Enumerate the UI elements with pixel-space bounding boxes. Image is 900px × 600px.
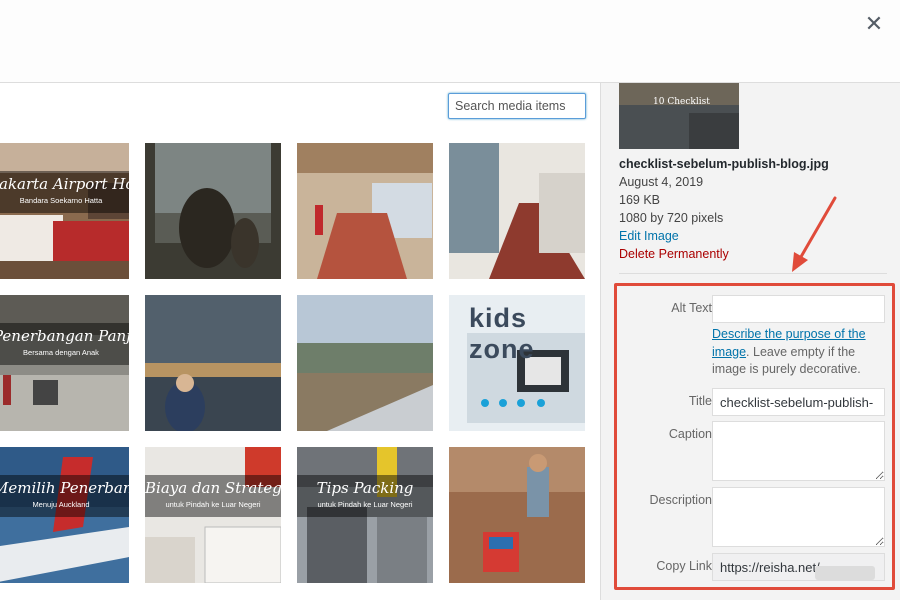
delete-permanently-link[interactable]: Delete Permanently — [619, 245, 829, 263]
thumb-window-silhouette[interactable] — [145, 143, 281, 279]
thumb-tips-packing[interactable]: Tips Packing untuk Pindah ke Luar Negeri — [297, 447, 433, 583]
aerial-view-image — [297, 295, 433, 431]
attachment-info: checklist-sebelum-publish-blog.jpg Augus… — [619, 155, 829, 263]
caption-textarea[interactable] — [712, 421, 885, 481]
kids-zone-sign: kids zone — [469, 303, 535, 364]
attachment-details-sidebar: 10 Checklist checklist-sebelum-publish-b… — [600, 83, 900, 600]
media-library-grid: Jakarta Airport Hotel Bandara Soekarno H… — [0, 83, 600, 600]
thumb-jakarta-airport-hotel[interactable]: Jakarta Airport Hotel Bandara Soekarno H… — [0, 143, 129, 279]
thumb-hotel-staircase[interactable] — [297, 143, 433, 279]
copy-link-label: Copy Link — [656, 559, 712, 573]
attachment-date: August 4, 2019 — [619, 175, 704, 189]
description-textarea[interactable] — [712, 487, 885, 547]
thumb-biaya-dan-strategi[interactable]: Biaya dan Strategi untuk Pindah ke Luar … — [145, 447, 281, 583]
close-icon[interactable]: ✕ — [860, 10, 888, 38]
alt-text-input[interactable] — [712, 295, 885, 323]
thumb-caption: Jakarta Airport Hotel Bandara Soekarno H… — [0, 171, 129, 213]
attachment-thumbnail-label: 10 Checklist — [653, 97, 710, 107]
caption-label: Caption — [668, 427, 712, 441]
attachment-size: 169 KB — [619, 193, 661, 207]
search-input[interactable] — [448, 93, 586, 119]
attachment-settings-highlight: Alt Text Describe the purpose of the ima… — [614, 283, 895, 590]
corridor-image — [449, 143, 585, 279]
child-luggage-image — [449, 447, 585, 583]
thumb-hotel-corridor[interactable] — [449, 143, 585, 279]
staircase-image — [297, 143, 433, 279]
thumb-caption: Tips Packing untuk Pindah ke Luar Negeri — [297, 475, 433, 517]
title-label: Title — [688, 394, 712, 408]
thumb-caption: Memilih Penerbangan Menuju Auckland — [0, 475, 129, 517]
thumb-caption: Biaya dan Strategi untuk Pindah ke Luar … — [145, 475, 281, 517]
divider — [619, 273, 887, 274]
thumb-kids-zone[interactable]: kids zone — [449, 295, 585, 431]
attachment-thumbnail[interactable]: 10 Checklist — [619, 83, 739, 149]
thumb-caption: Penerbangan Panjang Bersama dengan Anak — [0, 323, 129, 365]
thumb-memilih-penerbangan[interactable]: Memilih Penerbangan Menuju Auckland — [0, 447, 129, 583]
alt-text-label: Alt Text — [671, 301, 712, 315]
description-label: Description — [649, 493, 712, 507]
alt-text-help: Describe the purpose of the image. Leave… — [712, 327, 866, 376]
title-input[interactable] — [712, 388, 885, 416]
airport-window-image — [145, 295, 281, 431]
attachment-thumbnail-image — [619, 83, 739, 149]
blurred-url-part — [815, 566, 875, 580]
thumb-penerbangan-panjang[interactable]: Penerbangan Panjang Bersama dengan Anak — [0, 295, 129, 431]
thumb-aerial-view[interactable] — [297, 295, 433, 431]
thumb-airport-window-child[interactable] — [145, 295, 281, 431]
thumb-child-with-luggage[interactable] — [449, 447, 585, 583]
attachment-filename: checklist-sebelum-publish-blog.jpg — [619, 157, 829, 171]
window-silhouette-image — [145, 143, 281, 279]
modal-header: ✕ — [0, 0, 900, 83]
attachment-dimensions: 1080 by 720 pixels — [619, 211, 724, 225]
edit-image-link[interactable]: Edit Image — [619, 227, 829, 245]
